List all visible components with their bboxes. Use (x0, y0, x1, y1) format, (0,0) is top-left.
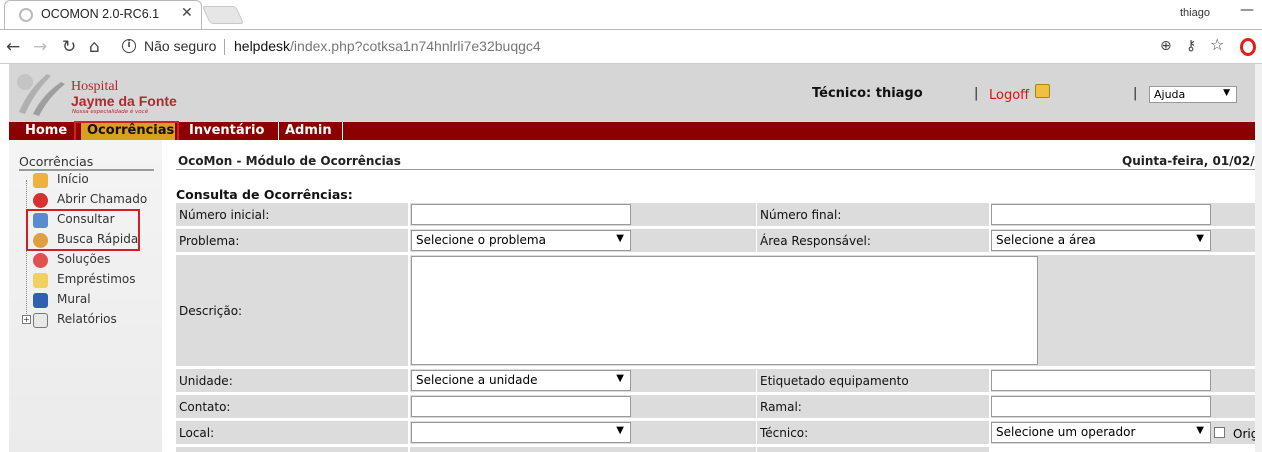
area-select-value: Selecione a área (996, 233, 1096, 247)
tab-close-icon[interactable]: ✕ (181, 5, 193, 21)
ocomon-app: Hospital Jayme da Fonte Nossa especialid… (9, 64, 1255, 452)
label-next-row (757, 447, 989, 452)
forward-icon[interactable]: → (33, 37, 47, 57)
tecnico-select-value: Selecione um operador (996, 425, 1136, 439)
profile-name[interactable]: thiago (1180, 7, 1210, 19)
key-icon[interactable]: ⚷ (1186, 38, 1196, 54)
divider (176, 169, 1255, 170)
area-select[interactable]: Selecione a área ▼ (991, 230, 1211, 251)
chevron-down-icon: ▼ (616, 373, 624, 384)
unidade-select[interactable]: Selecione a unidade ▼ (411, 370, 631, 391)
label-area: Área Responsável: (757, 229, 989, 252)
home-icon[interactable]: ⌂ (89, 37, 100, 57)
back-icon[interactable]: ← (6, 37, 20, 57)
help-select[interactable]: Ajuda ▼ (1149, 86, 1237, 103)
contato-input[interactable] (411, 396, 631, 417)
label-numero-inicial: Número inicial: (176, 203, 408, 226)
reload-icon[interactable]: ↻ (62, 37, 76, 57)
folder-icon (33, 313, 48, 328)
browser-tab[interactable]: OCOMON 2.0-RC6.1 ✕ (4, 0, 202, 29)
label-problema: Problema: (176, 229, 408, 252)
menu-inventario[interactable]: Inventário (183, 122, 279, 140)
url-separator (224, 39, 225, 55)
help-select-value: Ajuda (1154, 88, 1186, 101)
chevron-down-icon: ▼ (1223, 88, 1230, 98)
header-divider: | (974, 86, 979, 101)
chevron-down-icon: ▼ (1196, 233, 1204, 244)
chevron-down-icon: ▼ (1196, 425, 1204, 436)
sidebar-item-label: Mural (57, 292, 91, 306)
label-local: Local: (176, 421, 408, 444)
tab-title: OCOMON 2.0-RC6.1 (41, 7, 160, 21)
etiquetado-input[interactable] (991, 370, 1211, 391)
tecnico-select[interactable]: Selecione um operador ▼ (991, 422, 1211, 443)
sidebar-item-label: Abrir Chamado (57, 192, 148, 206)
origem-label: Orige (1233, 427, 1255, 441)
numero-final-input[interactable] (991, 204, 1211, 225)
security-label[interactable]: Não seguro (144, 38, 216, 54)
numero-inicial-input[interactable] (411, 204, 631, 225)
label-next-row (176, 447, 408, 452)
star-icon[interactable]: ☆ (1210, 35, 1224, 54)
sidebar: Ocorrências Início Abrir Chamado Consult… (9, 140, 162, 452)
menu-admin[interactable]: Admin (279, 122, 343, 140)
technician-label: Técnico: thiago (812, 86, 923, 101)
url-bar[interactable]: i Não seguro helpdesk/index.php?cotksa1n… (116, 33, 1236, 61)
cell-bg (410, 447, 756, 452)
url-text[interactable]: helpdesk/index.php?cotksa1n74hnlrli7e32b… (234, 38, 541, 54)
main-panel: OcoMon - Módulo de Ocorrências Quinta-fe… (176, 140, 1255, 452)
label-tecnico: Técnico: (757, 421, 989, 444)
label-numero-final: Número final: (757, 203, 989, 226)
label-contato: Contato: (176, 395, 408, 418)
logoff-link[interactable]: Logoff (989, 88, 1029, 103)
sidebar-item-label: Relatórios (57, 312, 117, 326)
label-unidade: Unidade: (176, 369, 408, 392)
problema-select-value: Selecione o problema (416, 233, 546, 247)
sidebar-item-label: Soluções (57, 252, 111, 266)
local-select[interactable]: ▼ (411, 422, 631, 443)
unidade-select-value: Selecione a unidade (416, 373, 538, 387)
sidebar-item-label: Empréstimos (57, 272, 136, 286)
board-icon (33, 293, 48, 308)
ramal-input[interactable] (991, 396, 1211, 417)
problema-select[interactable]: Selecione o problema ▼ (411, 230, 631, 251)
content-area: Ocorrências Início Abrir Chamado Consult… (9, 140, 1255, 452)
browser-tabbar: OCOMON 2.0-RC6.1 ✕ thiago — (0, 0, 1262, 29)
main-menu: Home Ocorrências Inventário Admin (9, 122, 1255, 140)
hospital-logo-icon (17, 74, 65, 116)
origem-checkbox[interactable] (1214, 427, 1225, 438)
logo-line2: Jayme da Fonte (71, 93, 177, 109)
label-descricao: Descrição: (176, 255, 408, 366)
info-icon[interactable]: i (122, 39, 136, 53)
clipboard-icon (33, 273, 48, 288)
logo-tagline: Nossa especialidade é você (72, 109, 149, 115)
opera-icon[interactable] (1240, 38, 1256, 56)
new-tab-button[interactable] (201, 6, 245, 24)
tab-favicon-icon (19, 8, 33, 22)
url-path: /index.php?cotksa1n74hnlrli7e32buqgc4 (290, 38, 541, 54)
label-etiquetado: Etiquetado equipamento (757, 369, 989, 392)
chevron-down-icon: ▼ (616, 425, 624, 436)
logoff-key-icon[interactable] (1035, 84, 1050, 98)
zoom-icon[interactable]: ⊕ (1160, 38, 1172, 54)
module-title: OcoMon - Módulo de Ocorrências (178, 154, 401, 168)
url-host: helpdesk (234, 38, 291, 54)
lifebuoy-icon (33, 193, 48, 208)
lifebuoy-icon (33, 253, 48, 268)
address-toolbar: ← → ↻ ⌂ i Não seguro helpdesk/index.php?… (0, 29, 1262, 64)
minimize-button[interactable]: — (1240, 2, 1254, 18)
home-icon (33, 173, 48, 188)
header-divider: | (1133, 86, 1138, 101)
date-label: Quinta-feira, 01/02/20 (1122, 154, 1255, 168)
chevron-down-icon: ▼ (616, 233, 624, 244)
label-ramal: Ramal: (757, 395, 989, 418)
form-title: Consulta de Ocorrências: (176, 187, 353, 202)
scrollbar[interactable] (1255, 64, 1262, 452)
descricao-textarea[interactable] (411, 256, 1038, 365)
app-header: Hospital Jayme da Fonte Nossa especialid… (9, 64, 1255, 122)
sidebar-item-label: Início (57, 172, 89, 186)
highlight-box (26, 209, 140, 251)
sidebar-title: Ocorrências (19, 154, 154, 171)
expand-icon[interactable]: + (22, 315, 31, 324)
